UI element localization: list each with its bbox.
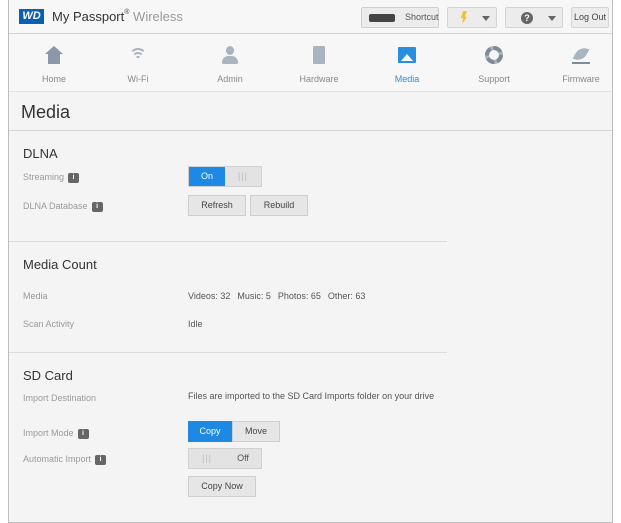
- automatic-import-handle[interactable]: |||: [189, 449, 225, 468]
- automatic-import-toggle[interactable]: ||| Off: [188, 448, 262, 469]
- automatic-import-off-option[interactable]: Off: [225, 449, 261, 468]
- hardware-icon: [310, 46, 328, 64]
- nav-item-label: Hardware: [299, 74, 339, 84]
- shortcut-button[interactable]: Shortcut: [361, 7, 439, 28]
- drive-icon: [369, 14, 395, 22]
- media-count-section-title: Media Count: [23, 257, 97, 272]
- info-icon[interactable]: i: [77, 428, 89, 439]
- streaming-off-handle[interactable]: |||: [225, 167, 261, 186]
- nav-item-label: Home: [41, 74, 66, 84]
- home-icon: [45, 46, 63, 64]
- other-count: Other: 63: [327, 291, 366, 301]
- chevron-down-icon: [482, 16, 490, 21]
- nav-item-wifi[interactable]: Wi-Fi: [93, 35, 183, 92]
- support-icon: [485, 46, 503, 64]
- automatic-import-label: Automatic Import i: [23, 454, 107, 465]
- section-divider: [9, 352, 447, 353]
- brand-product: My Passport: [52, 9, 125, 24]
- nav-item-label: Admin: [217, 74, 243, 84]
- videos-count: Videos: 32: [188, 291, 231, 301]
- main-nav: Home Wi-Fi Admin Hardware Media Support: [9, 35, 612, 92]
- info-icon[interactable]: i: [68, 172, 80, 183]
- wd-logo: WD: [19, 9, 44, 24]
- import-destination-value: Files are imported to the SD Card Import…: [188, 391, 435, 401]
- media-icon: [398, 46, 416, 64]
- import-mode-label-text: Import Mode: [23, 428, 74, 438]
- wifi-icon: [129, 46, 147, 64]
- nav-item-hardware[interactable]: Hardware: [274, 35, 364, 92]
- copy-now-button[interactable]: Copy Now: [188, 476, 256, 497]
- import-mode-copy-button[interactable]: Copy: [188, 421, 232, 442]
- nav-item-firmware[interactable]: Firmware: [536, 35, 612, 92]
- streaming-label-text: Streaming: [23, 172, 65, 182]
- streaming-toggle[interactable]: On |||: [188, 166, 262, 187]
- brand-registered-mark: ®: [124, 9, 130, 16]
- nav-item-admin[interactable]: Admin: [185, 35, 275, 92]
- streaming-label: Streaming i: [23, 172, 80, 183]
- admin-icon: [221, 46, 239, 64]
- streaming-on-option[interactable]: On: [189, 167, 225, 186]
- nav-item-label: Firmware: [562, 74, 600, 84]
- help-icon: ?: [521, 12, 533, 24]
- import-mode-label: Import Mode i: [23, 428, 89, 439]
- top-bar: WD My Passport® Wireless Shortcut ? Log …: [9, 0, 612, 34]
- media-counts: Videos: 32 Music: 5 Photos: 65 Other: 63: [188, 291, 372, 301]
- brand-name: My Passport® Wireless: [52, 9, 183, 24]
- app-frame: WD My Passport® Wireless Shortcut ? Log …: [8, 0, 613, 523]
- nav-item-media[interactable]: Media: [362, 35, 452, 92]
- section-divider: [9, 241, 447, 242]
- dlna-database-label-text: DLNA Database: [23, 201, 88, 211]
- rebuild-button[interactable]: Rebuild: [250, 195, 308, 216]
- sd-card-section-title: SD Card: [23, 368, 73, 383]
- alert-bolt-icon: [460, 11, 467, 24]
- media-label: Media: [23, 291, 48, 301]
- dlna-section-title: DLNA: [23, 146, 58, 161]
- info-icon[interactable]: i: [91, 201, 103, 212]
- automatic-import-label-text: Automatic Import: [23, 454, 92, 464]
- import-destination-label: Import Destination: [23, 393, 97, 403]
- nav-item-label: Wi-Fi: [127, 74, 149, 84]
- nav-item-home[interactable]: Home: [9, 35, 99, 92]
- info-icon[interactable]: i: [95, 454, 107, 465]
- help-button[interactable]: ?: [505, 7, 563, 28]
- music-count: Music: 5: [237, 291, 271, 301]
- refresh-button[interactable]: Refresh: [188, 195, 246, 216]
- firmware-icon: [572, 44, 590, 64]
- logout-button[interactable]: Log Out: [571, 7, 609, 28]
- alerts-button[interactable]: [447, 7, 497, 28]
- brand-suffix: Wireless: [133, 9, 183, 24]
- nav-item-label: Media: [394, 74, 420, 84]
- chevron-down-icon: [548, 16, 556, 21]
- nav-item-label: Support: [478, 74, 510, 84]
- nav-item-support[interactable]: Support: [449, 35, 539, 92]
- dlna-database-label: DLNA Database i: [23, 201, 103, 212]
- photos-count: Photos: 65: [277, 291, 321, 301]
- scan-activity-value: Idle: [188, 319, 203, 329]
- title-divider: [9, 130, 612, 131]
- page-title: Media: [21, 102, 71, 122]
- scan-activity-label: Scan Activity: [23, 319, 75, 329]
- shortcut-label: Shortcut: [405, 12, 439, 22]
- import-mode-move-button[interactable]: Move: [232, 421, 280, 442]
